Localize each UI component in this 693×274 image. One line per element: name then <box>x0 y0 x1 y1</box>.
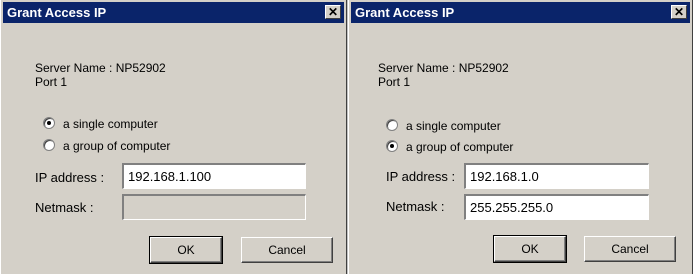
ok-button[interactable]: OK <box>149 236 223 264</box>
close-icon[interactable]: ✕ <box>671 5 687 19</box>
server-name-label: Server Name : NP52902 <box>378 61 509 75</box>
ip-address-label: IP address : <box>35 170 105 185</box>
radio-group-computer[interactable] <box>43 139 55 151</box>
radio-single-computer[interactable] <box>43 117 55 129</box>
title-bar[interactable]: Grant Access IP ✕ <box>351 2 690 23</box>
cancel-button[interactable]: Cancel <box>241 237 333 263</box>
radio-single-computer[interactable] <box>386 119 398 131</box>
ip-address-input[interactable]: 192.168.1.100 <box>122 163 306 189</box>
grant-access-dialog-2: Grant Access IP ✕ Server Name : NP52902 … <box>348 0 693 274</box>
close-icon[interactable]: ✕ <box>325 5 341 19</box>
radio-selected-dot <box>390 144 394 148</box>
radio-group-label[interactable]: a group of computer <box>406 140 513 154</box>
radio-group-label[interactable]: a group of computer <box>63 139 170 153</box>
port-label: Port 1 <box>35 75 68 89</box>
radio-selected-dot <box>47 121 51 125</box>
ip-address-input[interactable]: 192.168.1.0 <box>464 163 649 189</box>
dialog-title: Grant Access IP <box>355 5 455 20</box>
cancel-button[interactable]: Cancel <box>584 236 676 262</box>
server-name-label: Server Name : NP52902 <box>35 61 166 75</box>
ip-address-label: IP address : <box>386 169 456 184</box>
ok-button[interactable]: OK <box>493 235 567 263</box>
netmask-label: Netmask : <box>386 199 445 214</box>
grant-access-dialog-1: Grant Access IP ✕ Server Name : NP52902 … <box>0 0 347 274</box>
radio-group-computer[interactable] <box>386 140 398 152</box>
netmask-label: Netmask : <box>35 200 94 215</box>
port-label: Port 1 <box>378 75 411 89</box>
netmask-input[interactable] <box>122 194 306 220</box>
radio-single-label[interactable]: a single computer <box>63 117 158 131</box>
radio-single-label[interactable]: a single computer <box>406 119 501 133</box>
netmask-input[interactable]: 255.255.255.0 <box>464 194 649 220</box>
dialog-title: Grant Access IP <box>7 5 107 20</box>
title-bar[interactable]: Grant Access IP ✕ <box>3 2 344 23</box>
